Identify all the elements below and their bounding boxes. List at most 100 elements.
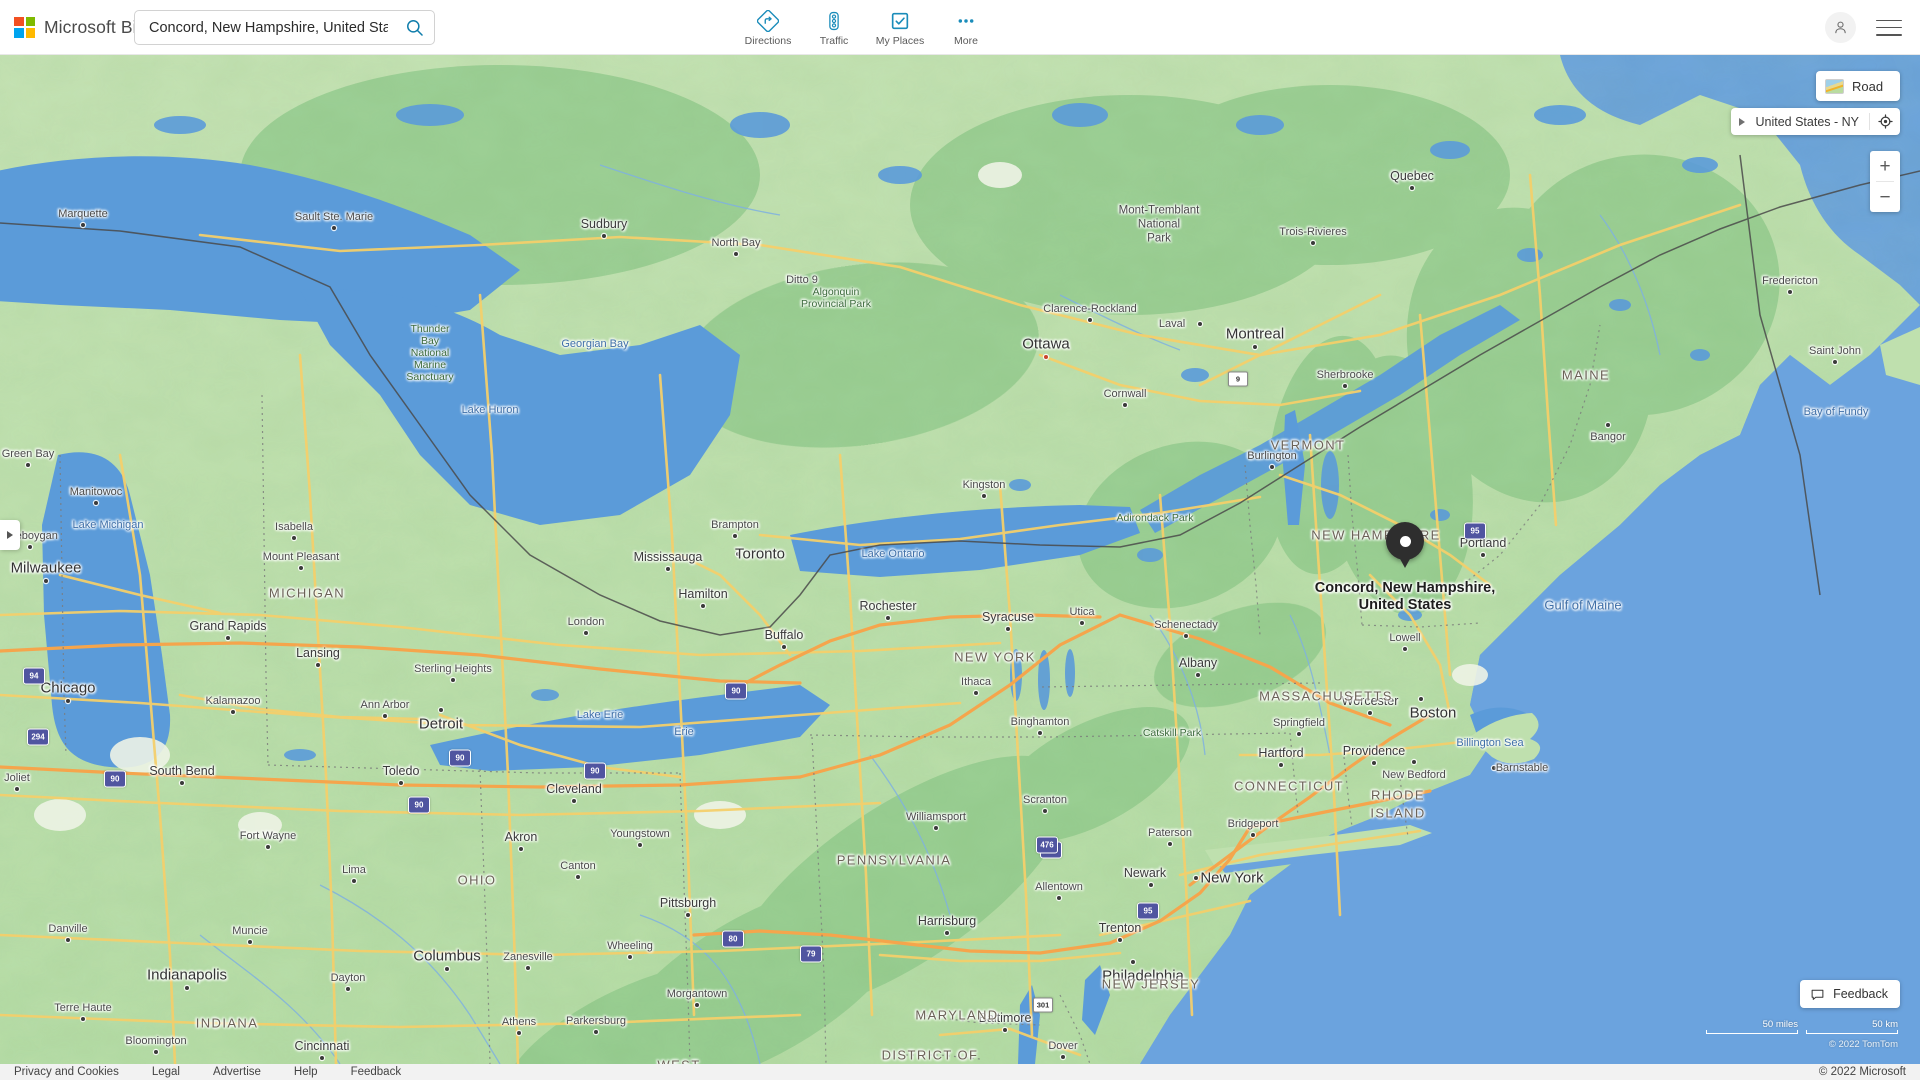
tool-more[interactable]: More xyxy=(933,6,999,47)
city-dot xyxy=(1606,423,1610,427)
city-dot xyxy=(248,940,252,944)
search-box[interactable] xyxy=(134,10,435,45)
ellipsis-icon xyxy=(955,10,977,32)
expand-panel-icon xyxy=(7,531,13,539)
city-dot xyxy=(1270,465,1274,469)
map-style-button[interactable]: Road xyxy=(1816,71,1900,101)
city-dot xyxy=(299,566,303,570)
city-dot xyxy=(28,545,32,549)
city-dot xyxy=(352,879,356,883)
map-feedback-button[interactable]: Feedback xyxy=(1800,980,1900,1008)
person-icon xyxy=(1835,21,1846,34)
account-button[interactable] xyxy=(1825,12,1856,43)
tool-directions[interactable]: Directions xyxy=(735,6,801,47)
city-dot xyxy=(1419,697,1423,701)
city-dot xyxy=(1118,938,1122,942)
page-footer: Privacy and Cookies Legal Advertise Help Fee… xyxy=(0,1064,1920,1080)
city-dot xyxy=(26,463,30,467)
zoom-out-button[interactable]: − xyxy=(1870,182,1900,212)
chevron-right-icon[interactable] xyxy=(1731,108,1753,135)
highway-shield: 9 xyxy=(1228,371,1248,387)
city-dot xyxy=(584,631,588,635)
search-button[interactable] xyxy=(394,11,434,44)
highway-shield: 476 xyxy=(1036,836,1058,854)
zoom-in-button[interactable]: + xyxy=(1870,151,1900,181)
city-dot xyxy=(1168,842,1172,846)
city-dot xyxy=(346,987,350,991)
locate-me-button[interactable] xyxy=(1870,108,1900,135)
map-feedback-label: Feedback xyxy=(1833,987,1888,1001)
city-dot xyxy=(638,843,642,847)
footer-copyright: © 2022 Microsoft xyxy=(1818,1066,1906,1078)
footer-link-legal[interactable]: Legal xyxy=(152,1066,180,1078)
highway-shield: 90 xyxy=(725,682,747,700)
footer-link-help[interactable]: Help xyxy=(294,1066,318,1078)
city-dot xyxy=(1057,896,1061,900)
footer-link-advertise[interactable]: Advertise xyxy=(213,1066,261,1078)
map-thumbnail-icon xyxy=(1825,78,1844,94)
scale-miles-bar xyxy=(1706,1030,1798,1034)
pushpin-label-line1: Concord, New Hampshire, xyxy=(1314,580,1496,596)
footer-link-privacy-and-cookies[interactable]: Privacy and Cookies xyxy=(14,1066,119,1078)
city-dot xyxy=(1061,1055,1065,1059)
highway-shield: 90 xyxy=(408,796,430,814)
tool-label: More xyxy=(954,35,978,47)
city-dot xyxy=(686,913,690,917)
city-dot xyxy=(1481,553,1485,557)
pushpin-label: Concord, New Hampshire, United States xyxy=(1315,580,1495,613)
city-dot xyxy=(1412,760,1416,764)
scale-km-bar xyxy=(1806,1030,1898,1034)
city-dot xyxy=(439,708,443,712)
city-dot xyxy=(226,636,230,640)
city-dot xyxy=(1044,355,1048,359)
city-dot xyxy=(266,845,270,849)
city-dot xyxy=(1080,621,1084,625)
city-dot xyxy=(1251,833,1255,837)
scale-miles-label: 50 miles xyxy=(1762,1019,1798,1030)
city-dot xyxy=(1492,766,1496,770)
header-tools: Directions Traffic My Places More xyxy=(735,6,999,47)
search-result-pushpin[interactable]: Concord, New Hampshire, United States xyxy=(1315,522,1495,613)
highway-shield: 90 xyxy=(449,749,471,767)
city-dot xyxy=(666,567,670,571)
location-bar: United States - NY xyxy=(1731,108,1900,135)
city-dot xyxy=(602,234,606,238)
tool-label: Traffic xyxy=(819,35,849,47)
microsoft-logo-icon xyxy=(14,16,35,38)
map-attribution: © 2022 TomTom xyxy=(1828,1039,1898,1050)
city-dot xyxy=(526,966,530,970)
city-dot xyxy=(934,826,938,830)
map-canvas[interactable]: Chicago Milwaukee Joliet South Bend Grand Ra… xyxy=(0,55,1920,1064)
city-dot xyxy=(1198,322,1202,326)
city-dot xyxy=(1410,186,1414,190)
city-dot xyxy=(1253,345,1257,349)
city-dot xyxy=(94,501,98,505)
search-input[interactable] xyxy=(135,11,394,44)
city-dot xyxy=(734,252,738,256)
highway-shield: 90 xyxy=(584,762,606,780)
city-dot xyxy=(945,931,949,935)
scale-km: 50 km xyxy=(1806,1019,1898,1034)
expand-panel-button[interactable] xyxy=(0,520,20,550)
city-dot xyxy=(701,604,705,608)
city-dot xyxy=(292,536,296,540)
city-dot xyxy=(154,1050,158,1054)
highway-shield: 301 xyxy=(1033,997,1053,1013)
city-dot xyxy=(1372,761,1376,765)
city-dot xyxy=(1196,673,1200,677)
hamburger-menu-icon[interactable] xyxy=(1876,18,1902,38)
tool-my-places[interactable]: My Places xyxy=(867,6,933,47)
zoom-controls: + − xyxy=(1870,151,1900,212)
speech-bubble-icon xyxy=(1811,989,1824,1000)
highway-shield: 95 xyxy=(1464,522,1486,540)
city-dot xyxy=(576,875,580,879)
city-dot xyxy=(332,226,336,230)
city-dot xyxy=(782,645,786,649)
footer-link-feedback[interactable]: Feedback xyxy=(351,1066,402,1078)
footer-links: Privacy and Cookies Legal Advertise Help Fee… xyxy=(14,1066,401,1078)
pushpin-icon xyxy=(1386,522,1424,560)
traffic-light-icon xyxy=(823,10,845,32)
tool-traffic[interactable]: Traffic xyxy=(801,6,867,47)
city-dot xyxy=(66,699,70,703)
scale-miles: 50 miles xyxy=(1706,1019,1798,1034)
